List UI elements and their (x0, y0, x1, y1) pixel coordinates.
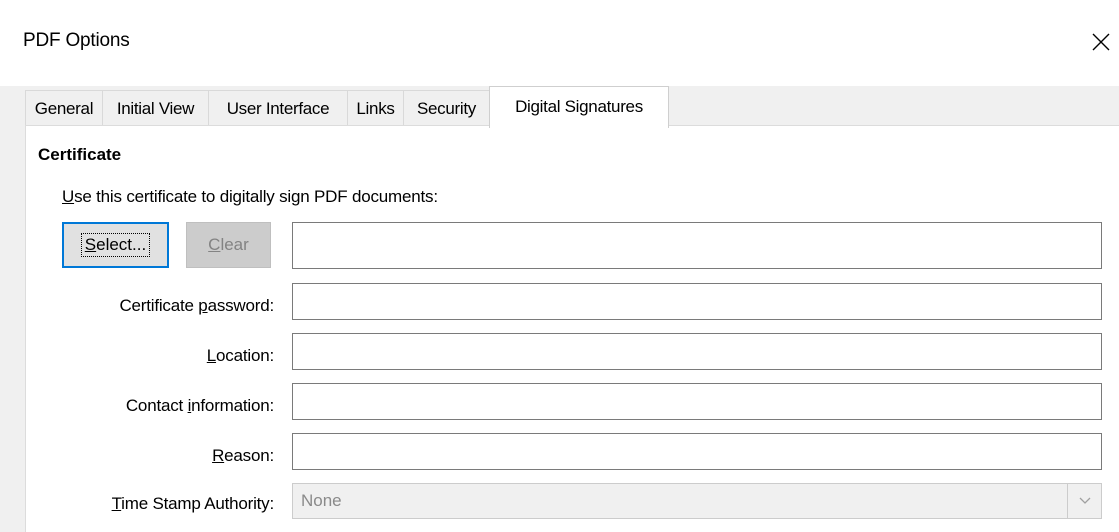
contact-information-input[interactable] (292, 383, 1102, 420)
hint-accelerator: U (62, 187, 75, 206)
clear-text: lear (220, 235, 249, 254)
section-title-certificate: Certificate (38, 145, 122, 164)
close-icon (1092, 33, 1110, 51)
tab-security[interactable]: Security (403, 90, 490, 128)
time-stamp-authority-select[interactable]: None (292, 483, 1102, 519)
location-input[interactable] (292, 333, 1102, 370)
contact-information-label: Contact information: (126, 396, 274, 416)
clear-accelerator: C (208, 235, 221, 254)
clear-button[interactable]: Clear (186, 222, 271, 268)
select-button[interactable]: Select... (62, 222, 169, 268)
select-button-label: Select... (80, 233, 151, 257)
location-label: Location: (207, 346, 274, 366)
certificate-password-input[interactable] (292, 283, 1102, 320)
chevron-down-icon (1079, 497, 1090, 504)
location-label-post: ocation: (216, 346, 274, 365)
reason-label: Reason: (212, 446, 274, 466)
reason-label-post: eason: (224, 446, 274, 465)
contact-label-pre: Contact (125, 396, 188, 415)
certificate-hint: Use this certificate to digitally sign P… (62, 187, 438, 207)
clear-button-label: Clear (208, 235, 249, 255)
dropdown-button[interactable] (1067, 484, 1101, 518)
password-label-accel: p (198, 296, 208, 315)
select-text: elect... (96, 235, 147, 254)
window-title: PDF Options (23, 30, 130, 51)
password-label-pre: Certificate (119, 296, 199, 315)
tab-general[interactable]: General (25, 90, 103, 128)
location-label-accel: L (206, 346, 217, 365)
certificate-field[interactable] (292, 222, 1102, 269)
close-button[interactable] (1084, 22, 1118, 62)
certificate-password-label: Certificate password: (119, 296, 274, 316)
reason-input[interactable] (292, 433, 1102, 470)
tsa-selected-value: None (301, 491, 342, 510)
contact-label-post: nformation: (191, 396, 274, 415)
tab-initial-view[interactable]: Initial View (102, 90, 209, 128)
tsa-label-post: ime Stamp Authority: (121, 494, 274, 513)
hint-text: se this certificate to digitally sign PD… (74, 187, 438, 206)
time-stamp-authority-label: Time Stamp Authority: (111, 494, 275, 514)
tab-user-interface[interactable]: User Interface (208, 90, 348, 128)
tsa-label-accel: T (111, 494, 122, 513)
select-accelerator: S (84, 235, 97, 254)
tab-digital-signatures[interactable]: Digital Signatures (489, 86, 669, 128)
password-label-post: assword: (207, 296, 275, 315)
title-bar: PDF Options (0, 0, 1119, 86)
reason-label-accel: R (212, 446, 225, 465)
tab-links[interactable]: Links (347, 90, 404, 128)
